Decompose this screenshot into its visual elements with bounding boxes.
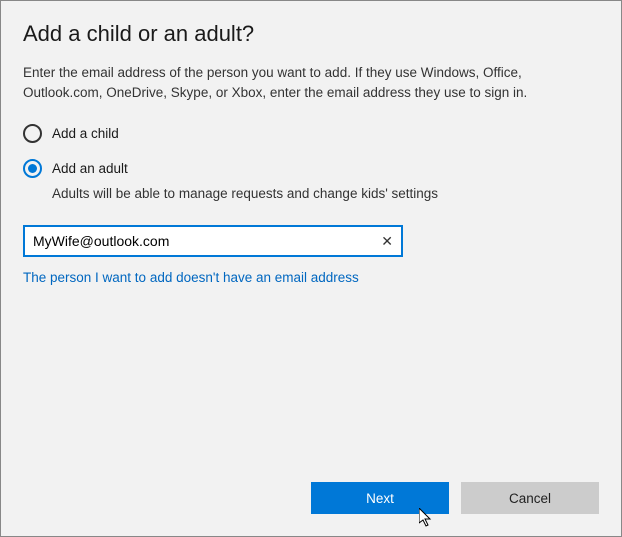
next-button[interactable]: Next bbox=[311, 482, 449, 514]
add-person-dialog: Add a child or an adult? Enter the email… bbox=[0, 0, 622, 537]
radio-icon bbox=[23, 124, 42, 143]
cancel-button[interactable]: Cancel bbox=[461, 482, 599, 514]
dialog-button-bar: Next Cancel bbox=[311, 482, 599, 514]
dialog-description: Enter the email address of the person yo… bbox=[23, 63, 583, 102]
dialog-title: Add a child or an adult? bbox=[23, 21, 599, 47]
radio-label: Add a child bbox=[52, 126, 119, 141]
radio-inner-dot bbox=[28, 164, 37, 173]
radio-label: Add an adult bbox=[52, 161, 128, 176]
radio-icon-selected bbox=[23, 159, 42, 178]
person-type-radio-group: Add a child Add an adult Adults will be … bbox=[23, 124, 599, 207]
radio-adult-description: Adults will be able to manage requests a… bbox=[52, 186, 599, 201]
no-email-link-row: The person I want to add doesn't have an… bbox=[23, 269, 599, 287]
clear-input-icon[interactable]: ✕ bbox=[377, 230, 397, 252]
email-input[interactable] bbox=[23, 225, 403, 257]
email-input-wrap: ✕ bbox=[23, 225, 403, 257]
radio-add-child[interactable]: Add a child bbox=[23, 124, 599, 143]
no-email-link[interactable]: The person I want to add doesn't have an… bbox=[23, 270, 359, 285]
radio-add-adult[interactable]: Add an adult bbox=[23, 159, 599, 178]
